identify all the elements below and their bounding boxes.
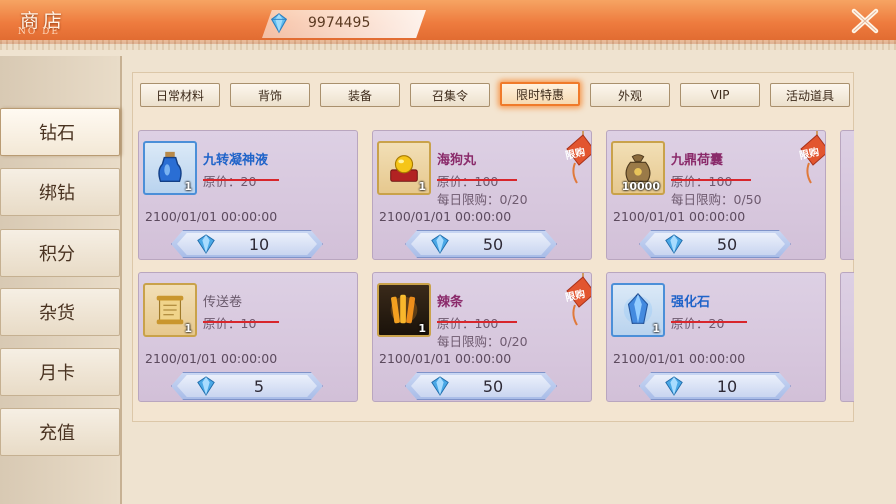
title-bar: 商店 NO DE — [0, 0, 896, 44]
shop-card[interactable]: 1 辣条 原价：100 每日限购：0/20 2100/01/01 00:00:0… — [372, 272, 592, 402]
item-name: 辣条 — [437, 295, 464, 310]
shop-card-partial[interactable] — [840, 130, 854, 260]
strike-line — [671, 179, 751, 181]
shop-card[interactable]: 10000 九鼎荷囊 原价：100 每日限购：0/50 2100/01/01 0… — [606, 130, 826, 260]
tab-appearance[interactable]: 外观 — [590, 83, 670, 107]
tab-equipment[interactable]: 装备 — [320, 83, 400, 107]
strike-line — [437, 321, 517, 323]
expiry-date: 2100/01/01 00:00:00 — [613, 209, 746, 224]
shop-card[interactable]: 1 传送卷 原价：10 2100/01/01 00:00:00 5 — [138, 272, 358, 402]
sidebar-item-label: 绑钻 — [39, 183, 75, 204]
price-value: 10 — [248, 235, 270, 254]
item-slot: 1 — [611, 283, 665, 337]
price-value: 50 — [482, 377, 504, 396]
strike-line — [671, 321, 747, 323]
item-count: 1 — [418, 180, 426, 193]
daily-limit: 每日限购：0/50 — [671, 192, 762, 207]
item-name: 传送卷 — [203, 295, 243, 310]
currency-value: 9974495 — [308, 15, 371, 31]
strike-line — [203, 179, 279, 181]
expiry-date: 2100/01/01 00:00:00 — [145, 351, 278, 366]
daily-limit: 每日限购：0/20 — [437, 334, 528, 349]
sidebar-item-monthly-card[interactable]: 月卡 — [0, 348, 120, 396]
strike-line — [437, 179, 517, 181]
diamond-icon — [665, 376, 683, 396]
item-name: 强化石 — [671, 295, 711, 310]
diamond-icon — [431, 376, 449, 396]
sidebar-item-label: 月卡 — [39, 363, 75, 384]
diamond-icon — [197, 376, 215, 396]
price-value: 50 — [716, 235, 738, 254]
item-slot: 1 — [377, 283, 431, 337]
tab-event-items[interactable]: 活动道具 — [770, 83, 850, 107]
sidebar-item-points[interactable]: 积分 — [0, 229, 120, 277]
sidebar-item-label: 杂货 — [39, 303, 75, 324]
tab-back-accessories[interactable]: 背饰 — [230, 83, 310, 107]
tab-summon-order[interactable]: 召集令 — [410, 83, 490, 107]
strike-line — [203, 321, 279, 323]
price-value: 10 — [716, 377, 738, 396]
item-name: 九转凝神液 — [203, 153, 269, 168]
item-slot: 1 — [143, 283, 197, 337]
item-name: 九鼎荷囊 — [671, 153, 724, 168]
tab-daily-materials[interactable]: 日常材料 — [140, 83, 220, 107]
price-value: 50 — [482, 235, 504, 254]
item-count: 1 — [184, 180, 192, 193]
shop-card[interactable]: 1 强化石 原价：20 2100/01/01 00:00:00 10 — [606, 272, 826, 402]
sidebar-item-bound-diamond[interactable]: 绑钻 — [0, 168, 120, 216]
expiry-date: 2100/01/01 00:00:00 — [379, 209, 512, 224]
shop-card-partial[interactable] — [840, 272, 854, 402]
expiry-date: 2100/01/01 00:00:00 — [613, 351, 746, 366]
daily-limit: 每日限购：0/20 — [437, 192, 528, 207]
tab-vip[interactable]: VIP — [680, 83, 760, 107]
sidebar-item-label: 积分 — [39, 244, 75, 265]
diamond-icon — [431, 234, 449, 254]
sidebar-item-diamond[interactable]: 钻石 — [0, 108, 120, 156]
close-button[interactable] — [846, 4, 884, 38]
item-count: 1 — [418, 322, 426, 335]
header-divider — [0, 40, 896, 50]
tab-limited-offers[interactable]: 限时特惠 — [500, 82, 580, 106]
item-slot: 10000 — [611, 141, 665, 195]
shop-card[interactable]: 1 九转凝神液 原价：20 2100/01/01 00:00:00 10 — [138, 130, 358, 260]
expiry-date: 2100/01/01 00:00:00 — [145, 209, 278, 224]
shop-card[interactable]: 1 海狗丸 原价：100 每日限购：0/20 2100/01/01 00:00:… — [372, 130, 592, 260]
item-count: 1 — [652, 322, 660, 335]
item-count: 1 — [184, 322, 192, 335]
sidebar-item-label: 充值 — [39, 423, 75, 444]
diamond-icon — [270, 13, 288, 34]
item-count: 10000 — [621, 180, 660, 193]
item-slot: 1 — [377, 141, 431, 195]
close-icon — [851, 8, 879, 34]
diamond-icon — [197, 234, 215, 254]
title-watermark: NO DE — [18, 27, 60, 37]
expiry-date: 2100/01/01 00:00:00 — [379, 351, 512, 366]
sidebar-item-misc[interactable]: 杂货 — [0, 288, 120, 336]
diamond-icon — [665, 234, 683, 254]
sidebar-item-recharge[interactable]: 充值 — [0, 408, 120, 456]
item-name: 海狗丸 — [437, 153, 477, 168]
price-value: 5 — [253, 377, 265, 396]
sidebar-item-label: 钻石 — [39, 123, 75, 144]
item-slot: 1 — [143, 141, 197, 195]
